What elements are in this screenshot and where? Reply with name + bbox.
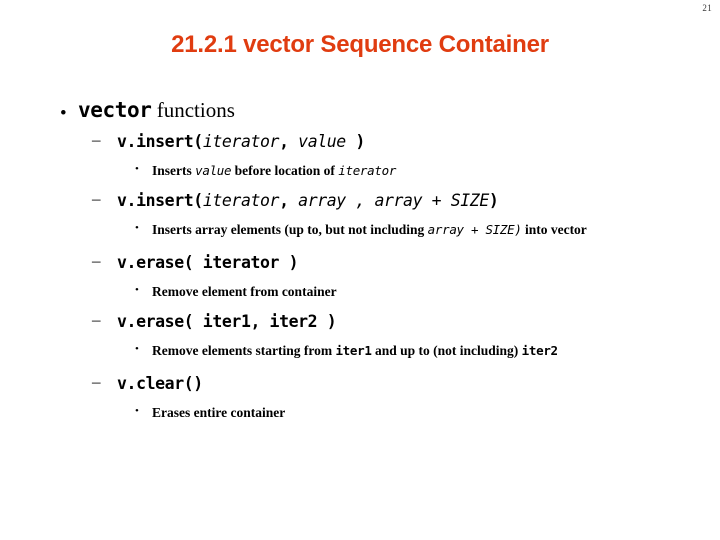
heading-code: vector <box>78 98 152 122</box>
note-part: Inserts array elements (up to, but not i… <box>152 222 428 237</box>
note-part: before location of <box>231 163 339 178</box>
bullet-level3-icon: • <box>135 222 139 234</box>
note-emphasis: value <box>195 163 232 178</box>
sig-arg: array + SIZE <box>374 191 489 210</box>
note-part: Inserts <box>152 163 196 178</box>
dash-level2-icon: – <box>92 310 101 329</box>
bullet-level1-icon: • <box>60 103 67 124</box>
sig-sep: , <box>279 191 299 210</box>
outline-item-erase-one: – v.erase( iterator ) <box>0 251 720 275</box>
slide-body: • vector functions – v.insert(iterator, … <box>0 98 720 426</box>
bullet-level3-icon: • <box>135 405 139 417</box>
note-emphasis: array + SIZE) <box>427 222 522 237</box>
page-number: 21 <box>702 3 712 13</box>
note-text: Inserts array elements (up to, but not i… <box>152 221 658 238</box>
signature-insert-value: v.insert(iterator, value ) <box>117 130 720 153</box>
bullet-level3-icon: • <box>135 163 139 175</box>
heading-rest: functions <box>151 98 235 122</box>
page-title: 21.2.1 vector Sequence Container <box>171 31 549 58</box>
bullet-level3-icon: • <box>135 284 139 296</box>
note-emphasis: iter1 <box>335 343 372 358</box>
outline-note: • Erases entire container <box>0 404 720 423</box>
sig-sep: , <box>345 191 375 210</box>
sig-call: v.insert( <box>117 132 203 151</box>
sig-arg: iterator <box>202 132 280 151</box>
slide-canvas: 21 21.2.1 vector Sequence Container • ve… <box>0 0 720 540</box>
sig-arg: iterator <box>202 191 280 210</box>
note-text: Erases entire container <box>152 404 658 421</box>
outline-item-insert-value: – v.insert(iterator, value ) <box>0 130 720 154</box>
dash-level2-icon: – <box>92 251 101 270</box>
outline-note: • Inserts value before location of itera… <box>0 162 720 181</box>
outline-item-insert-range: – v.insert(iterator, array , array + SIZ… <box>0 189 720 213</box>
note-text: Remove element from container <box>152 283 658 300</box>
sig-close: ) <box>488 191 499 210</box>
sig-call: v.insert( <box>117 191 203 210</box>
signature-clear: v.clear() <box>117 374 203 393</box>
dash-level2-icon: – <box>92 372 101 391</box>
note-part: Erases entire container <box>152 405 286 420</box>
outline-note: • Inserts array elements (up to, but not… <box>0 221 720 240</box>
sig-sep: , <box>279 132 299 151</box>
note-text: Remove elements starting from iter1 and … <box>152 342 658 359</box>
signature-erase-range: v.erase( iter1, iter2 ) <box>117 312 337 331</box>
note-part: Remove element from container <box>152 284 337 299</box>
sig-arg: value <box>298 132 346 151</box>
dash-level2-icon: – <box>92 130 101 149</box>
outline-note: • Remove elements starting from iter1 an… <box>0 342 720 361</box>
outline-item-erase-range: – v.erase( iter1, iter2 ) <box>0 310 720 334</box>
note-emphasis: iterator <box>338 163 397 178</box>
sig-close: ) <box>345 132 365 151</box>
outline-note: • Remove element from container <box>0 283 720 302</box>
note-part: Remove elements starting from <box>152 343 336 358</box>
note-emphasis: iter2 <box>521 343 558 358</box>
signature-insert-range: v.insert(iterator, array , array + SIZE) <box>117 189 720 212</box>
bullet-level3-icon: • <box>135 343 139 355</box>
note-text: Inserts value before location of iterato… <box>152 162 658 179</box>
outline-item-level1: • vector functions <box>0 98 720 124</box>
outline-heading: vector functions <box>78 98 720 123</box>
note-part: into vector <box>521 222 587 237</box>
sig-arg: array <box>298 191 346 210</box>
outline-item-clear: – v.clear() <box>0 372 720 396</box>
note-part: and up to (not including) <box>371 343 522 358</box>
dash-level2-icon: – <box>92 189 101 208</box>
signature-erase-one: v.erase( iterator ) <box>117 253 299 272</box>
